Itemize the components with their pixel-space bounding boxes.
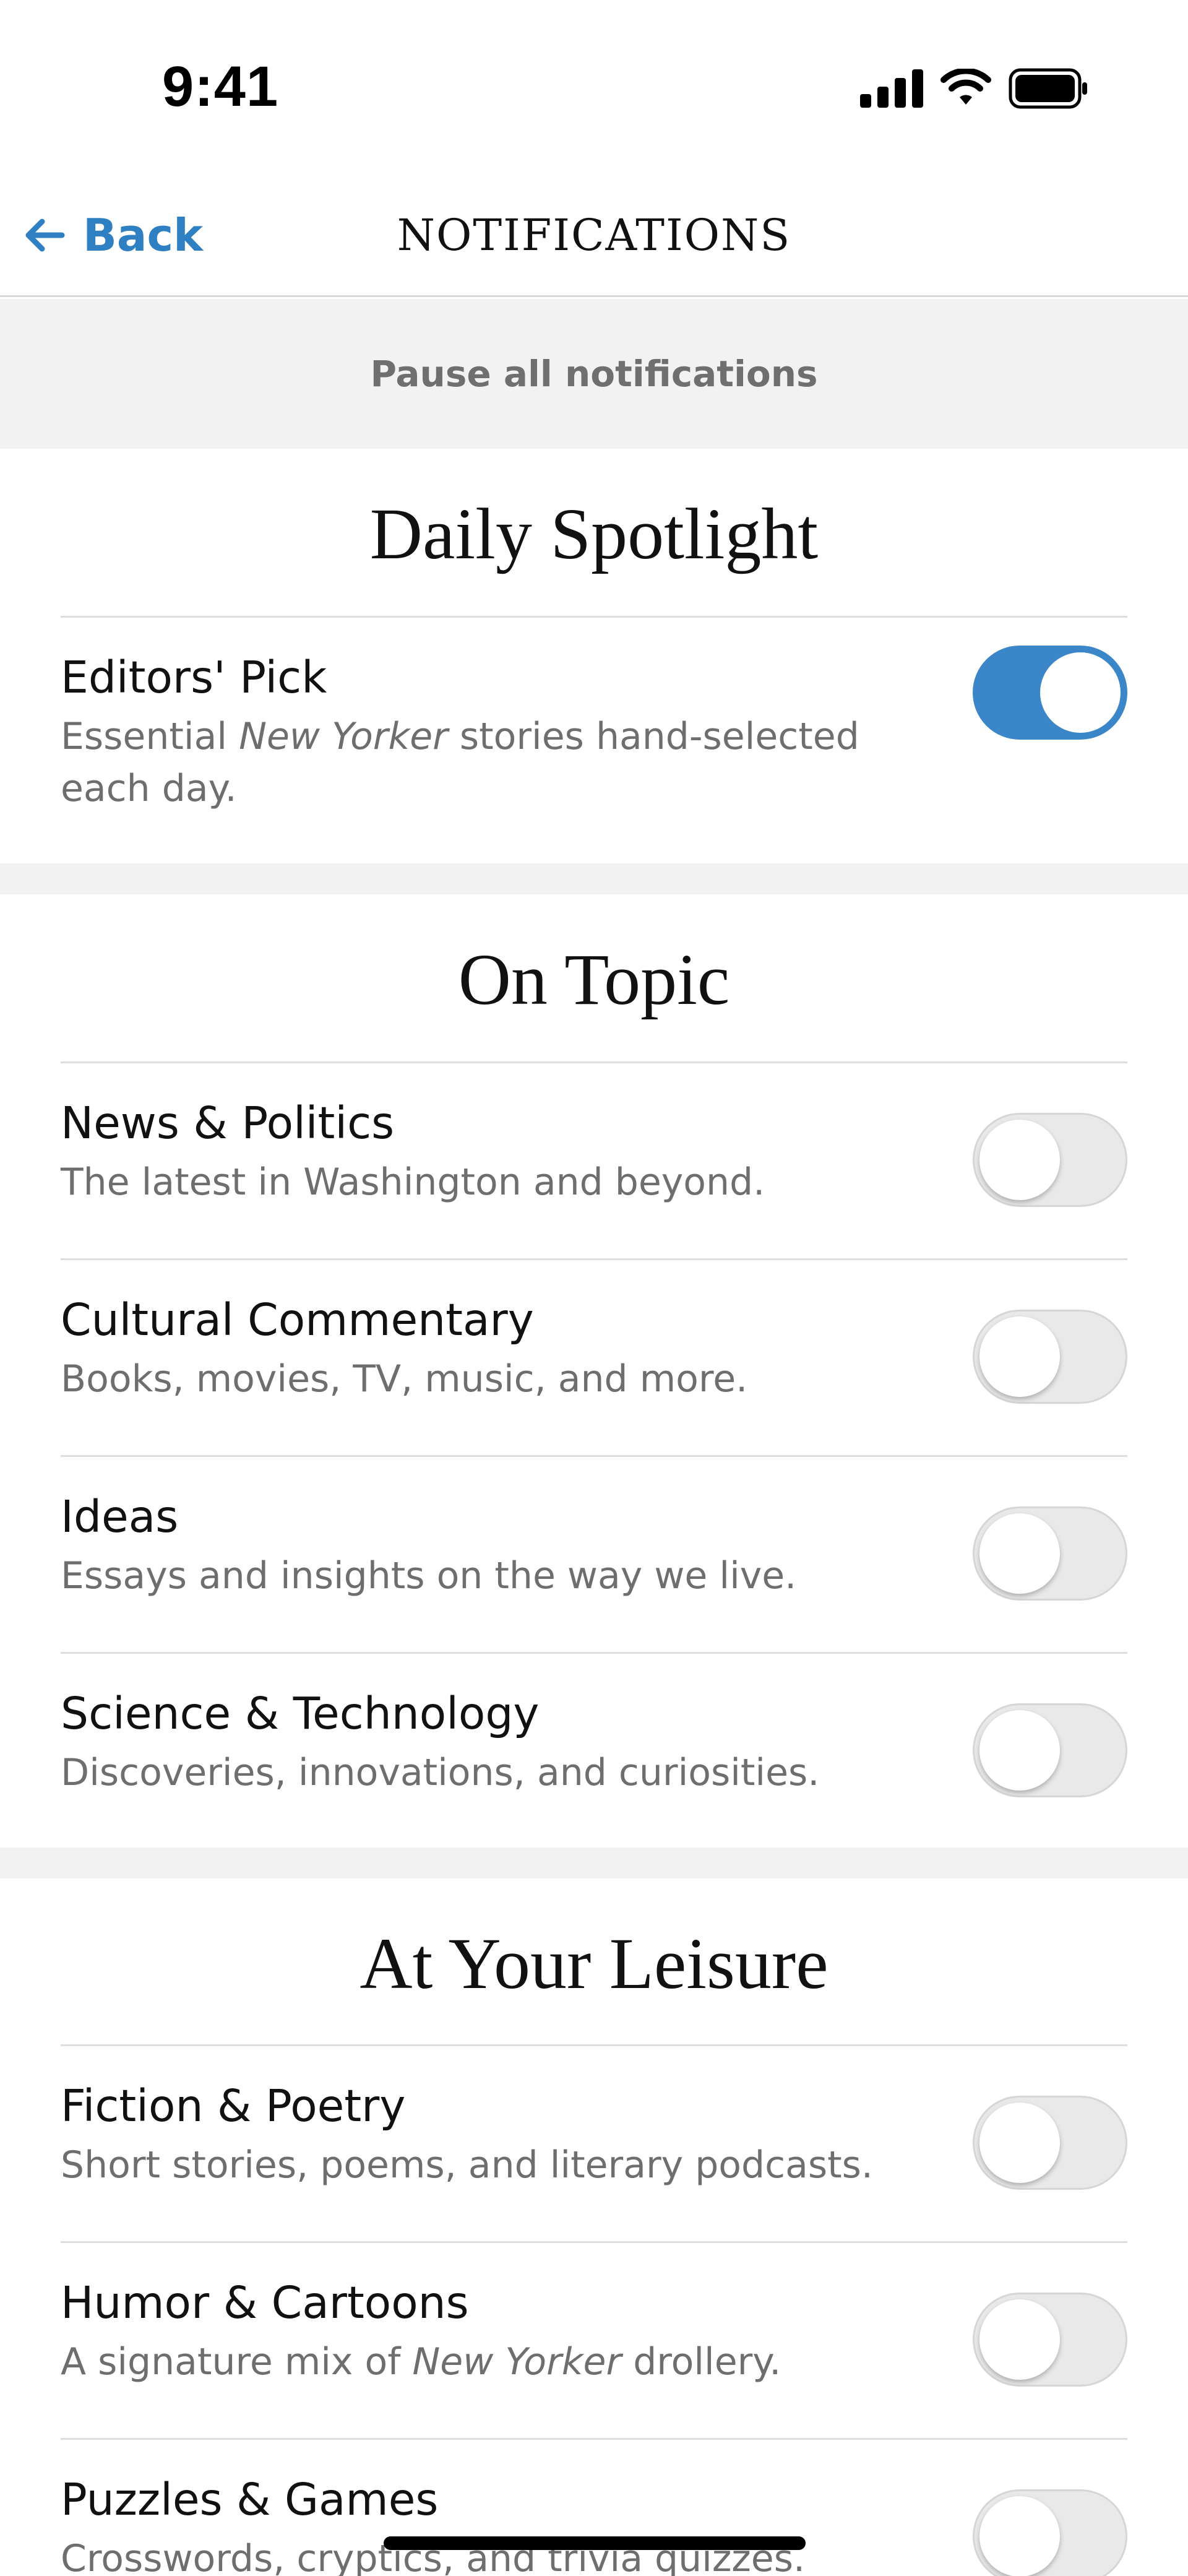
section-title: Daily Spotlight [369, 493, 819, 574]
editors-pick-toggle[interactable] [973, 646, 1127, 740]
toggle-knob [979, 2496, 1060, 2576]
section-daily-spotlight: Daily Spotlight Editors' Pick Essential … [0, 449, 1188, 863]
toggle-knob [979, 2299, 1060, 2380]
item-description: Discoveries, innovations, and curiositie… [61, 1751, 820, 1794]
cultural-commentary-toggle[interactable] [973, 1310, 1127, 1404]
page-title: NOTIFICATIONS [397, 210, 791, 261]
news-politics-toggle[interactable] [973, 1113, 1127, 1207]
item-title: News & Politics [61, 1097, 395, 1149]
item-description: Essential New Yorker stories hand-select… [61, 715, 859, 810]
item-description: Short stories, poems, and literary podca… [61, 2143, 873, 2187]
toggle-knob [979, 1120, 1060, 1200]
item-description: The latest in Washington and beyond. [61, 1160, 765, 1204]
toggle-knob [979, 1710, 1060, 1791]
status-bar: 9:41 [0, 0, 1188, 167]
status-time: 9:41 [162, 55, 279, 118]
list-item-cultural-commentary: Cultural Commentary Books, movies, TV, m… [0, 1260, 1188, 1456]
puzzles-games-toggle[interactable] [973, 2489, 1127, 2576]
pause-all-button[interactable]: Pause all notifications [0, 299, 1188, 449]
item-description: Books, movies, TV, music, and more. [61, 1357, 748, 1401]
section-on-topic: On Topic News & Politics The latest in W… [0, 894, 1188, 1848]
navigation-bar: Back NOTIFICATIONS [0, 167, 1188, 297]
toggle-knob [979, 2103, 1060, 2183]
list-item-editors-pick: Editors' Pick Essential New Yorker stori… [0, 618, 1188, 863]
item-description: A signature mix of New Yorker drollery. [61, 2340, 781, 2384]
publication-name: New Yorker [239, 715, 448, 758]
humor-cartoons-toggle[interactable] [973, 2293, 1127, 2387]
science-technology-toggle[interactable] [973, 1703, 1127, 1797]
list-item-news-politics: News & Politics The latest in Washington… [0, 1063, 1188, 1260]
section-title: At Your Leisure [359, 1923, 829, 2004]
section-at-your-leisure: At Your Leisure Fiction & Poetry Short s… [0, 1878, 1188, 2576]
list-item-ideas: Ideas Essays and insights on the way we … [0, 1457, 1188, 1653]
list-item-humor-cartoons: Humor & Cartoons A signature mix of New … [0, 2243, 1188, 2439]
cellular-signal-icon [860, 69, 923, 108]
item-title: Humor & Cartoons [61, 2277, 469, 2328]
publication-name: New Yorker [412, 2340, 622, 2384]
toggle-knob [1040, 652, 1121, 733]
item-title: Editors' Pick [61, 652, 327, 703]
home-indicator[interactable] [384, 2536, 806, 2550]
wifi-icon [940, 69, 991, 105]
item-title: Ideas [61, 1491, 179, 1542]
toggle-knob [979, 1316, 1060, 1397]
section-title: On Topic [458, 939, 730, 1020]
status-icons [860, 68, 1089, 109]
item-title: Fiction & Poetry [61, 2080, 406, 2132]
list-item-science-technology: Science & Technology Discoveries, innova… [0, 1654, 1188, 1848]
toggle-knob [979, 1513, 1060, 1594]
item-title: Cultural Commentary [61, 1294, 534, 1346]
battery-icon [1009, 68, 1087, 109]
item-title: Puzzles & Games [61, 2474, 439, 2525]
list-item-fiction-poetry: Fiction & Poetry Short stories, poems, a… [0, 2046, 1188, 2242]
pause-all-label: Pause all notifications [370, 353, 818, 395]
list-item-puzzles-games: Puzzles & Games Crosswords, cryptics, an… [0, 2440, 1188, 2576]
ideas-toggle[interactable] [973, 1506, 1127, 1601]
section-separator [0, 863, 1188, 894]
item-title: Science & Technology [61, 1688, 540, 1739]
section-separator [0, 1848, 1188, 1878]
fiction-poetry-toggle[interactable] [973, 2096, 1127, 2190]
item-description: Essays and insights on the way we live. [61, 1554, 797, 1597]
